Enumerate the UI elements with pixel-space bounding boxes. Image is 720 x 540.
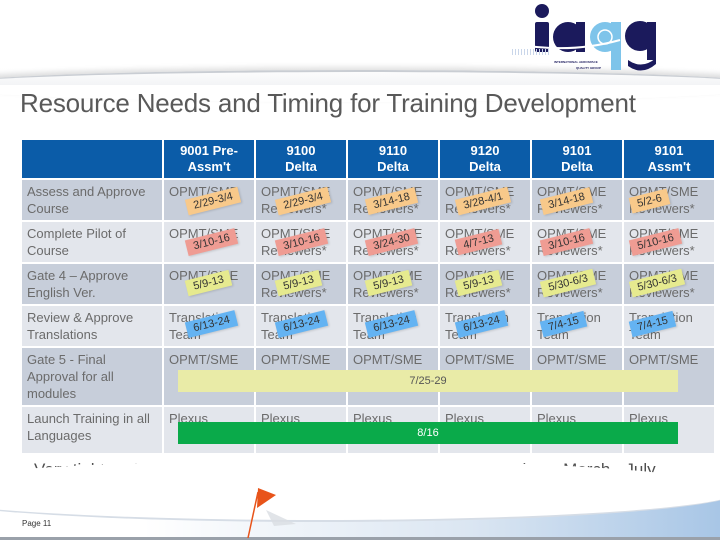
header-9120-delta: 9120 Delta	[440, 140, 530, 178]
header-line: 9001 Pre-	[180, 143, 238, 158]
header-line: 9110	[378, 143, 408, 158]
header-9110-delta: 9110 Delta	[348, 140, 438, 178]
header-line: Assm't	[187, 159, 231, 174]
row-label: Assess and Approve Course	[22, 180, 162, 220]
header-blank	[22, 140, 162, 178]
header-line: 9101	[562, 143, 592, 158]
header-line: Delta	[561, 159, 593, 174]
row-label: Gate 4 – Approve English Ver.	[22, 264, 162, 304]
header-line: 9101	[654, 143, 684, 158]
footer-swoosh-decoration	[0, 460, 720, 540]
header-line: Delta	[285, 159, 317, 174]
row-label: Complete Pilot of Course	[22, 222, 162, 262]
slide-title: Resource Needs and Timing for Training D…	[20, 88, 636, 118]
schedule-table: 9001 Pre- Assm't 9100 Delta 9110 Delta 9120…	[20, 138, 716, 455]
launch-timeline-bar: 8/16	[178, 422, 678, 444]
header-9101-delta: 9101 Delta	[532, 140, 622, 178]
iaqg-logo: INTERNATIONAL AEROSPACE QUALITY GROUP	[510, 2, 680, 74]
flag-icon	[247, 488, 296, 539]
header-line: 9120	[470, 143, 500, 158]
row-label: Review & Approve Translations	[22, 306, 162, 346]
header-line: 9100	[286, 143, 316, 158]
header-9001-pre-assmt: 9001 Pre- Assm't	[164, 140, 254, 178]
logo-subtitle-line1: INTERNATIONAL AEROSPACE	[554, 60, 598, 64]
header-line: Delta	[377, 159, 409, 174]
header-9101-assmt: 9101 Assm't	[624, 140, 714, 178]
header-9100-delta: 9100 Delta	[256, 140, 346, 178]
row-label: Launch Training in all Languages	[22, 407, 162, 453]
table-header-row: 9001 Pre- Assm't 9100 Delta 9110 Delta 9120…	[22, 140, 714, 178]
row-label: Gate 5 - Final Approval for all modules	[22, 348, 162, 405]
header-line: Assm't	[647, 159, 691, 174]
gate5-timeline-bar: 7/25-29	[178, 370, 678, 392]
logo-subtitle-line2: QUALITY GROUP	[576, 66, 601, 70]
header-line: Delta	[469, 159, 501, 174]
page-number: Page 11	[22, 519, 52, 528]
